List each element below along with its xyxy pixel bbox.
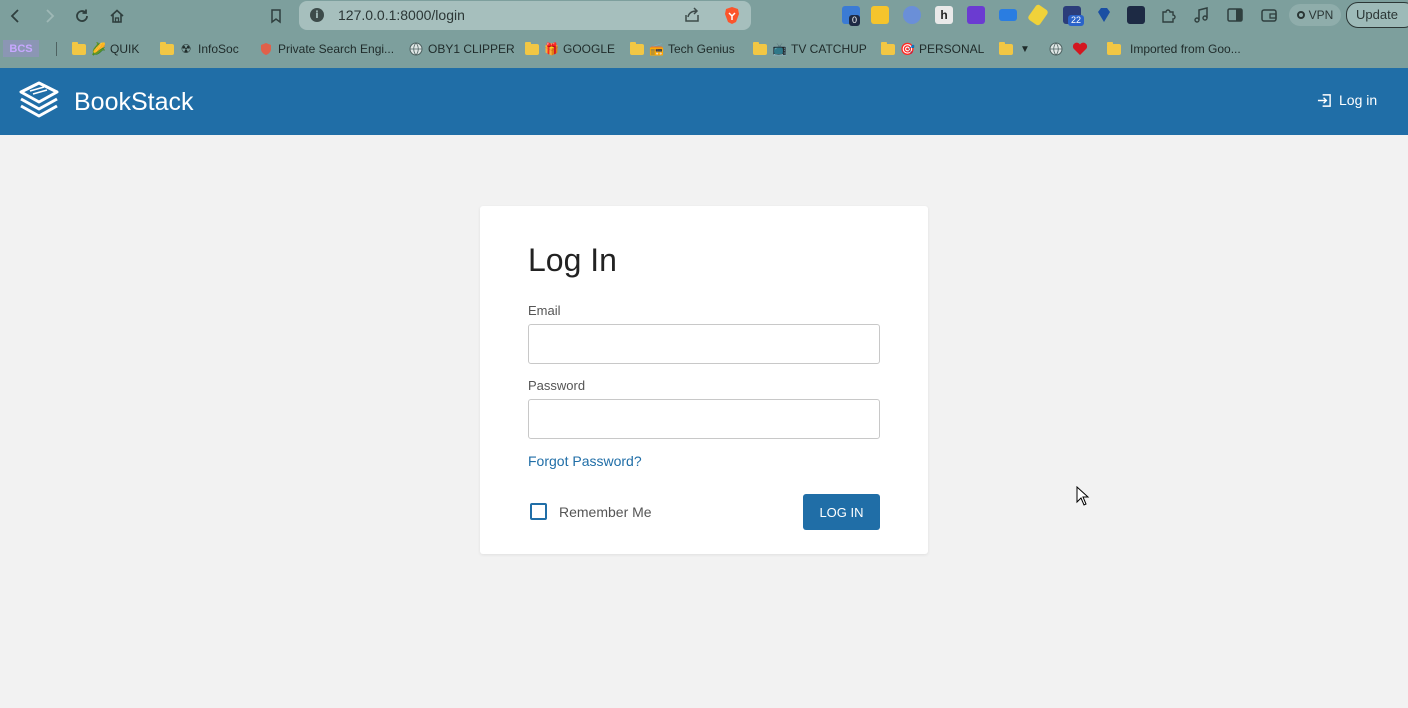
bookmarks-separator: [56, 42, 57, 56]
address-bar[interactable]: i 127.0.0.1:8000/login: [299, 1, 751, 30]
browser-update-button[interactable]: Update: [1346, 2, 1408, 28]
bookmark-quik[interactable]: 🌽 QUIK: [72, 40, 139, 58]
bookmark-bcs[interactable]: BCS: [3, 40, 39, 57]
folder-icon: [753, 41, 767, 55]
gift-icon: 🎁: [544, 42, 559, 56]
bookmark-label: QUIK: [110, 42, 140, 56]
bookmark-label: PERSONAL: [919, 42, 985, 56]
page-title: Log In: [528, 242, 617, 278]
forgot-password-link[interactable]: Forgot Password?: [528, 453, 642, 469]
extension-icon-5[interactable]: [967, 6, 985, 24]
mouse-cursor-icon: [1076, 486, 1090, 506]
target-icon: 🎯: [900, 42, 915, 56]
vpn-status-icon: [1296, 11, 1305, 19]
bookmark-label: Tech Genius: [668, 42, 735, 56]
folder-icon: [999, 41, 1013, 55]
corn-icon: 🌽: [91, 42, 106, 56]
vpn-button[interactable]: VPN: [1289, 4, 1341, 26]
bookmark-imported[interactable]: Imported from Goo...: [1107, 40, 1241, 58]
header-login-label: Log in: [1339, 92, 1378, 108]
bookmark-folder-arrow[interactable]: ▼: [999, 40, 1032, 58]
login-icon: [1317, 93, 1331, 107]
extension-badge: 22: [1068, 15, 1085, 26]
reload-icon: [76, 9, 88, 22]
bookmark-infosoc[interactable]: ☢ InfoSoc: [160, 40, 239, 58]
brand-name[interactable]: BookStack: [74, 88, 194, 117]
bookmark-label: TV CATCHUP: [791, 42, 867, 56]
bookmark-tv-catchup[interactable]: 📺 TV CATCHUP: [753, 40, 867, 58]
bookstack-logo-icon[interactable]: [17, 80, 61, 122]
forward-arrow-icon: [46, 9, 55, 23]
email-label: Email: [528, 303, 561, 318]
bookmark-icon: [271, 9, 281, 24]
folder-icon: [160, 41, 174, 55]
bookmark-label: BCS: [9, 42, 33, 55]
sidebar-toggle-icon[interactable]: [1226, 6, 1244, 24]
bookmark-label: Private Search Engi...: [278, 42, 395, 56]
extension-icon-8[interactable]: 22: [1063, 6, 1085, 26]
browser-chrome: i 127.0.0.1:8000/login 0 h 22 VPN Update…: [0, 0, 1408, 68]
shield-icon: [261, 43, 271, 55]
extensions-puzzle-icon[interactable]: [1159, 6, 1177, 24]
forward-button[interactable]: [37, 4, 61, 28]
login-card: Log In Email Password Forgot Password? R…: [480, 206, 928, 554]
back-button[interactable]: [4, 4, 28, 28]
extension-icon-6[interactable]: [999, 9, 1017, 21]
reload-button[interactable]: [70, 4, 94, 28]
home-button[interactable]: [105, 4, 129, 28]
radiation-icon: ☢: [180, 42, 192, 56]
password-field[interactable]: [528, 399, 880, 439]
password-label: Password: [528, 378, 586, 393]
extension-icon-10[interactable]: [1127, 6, 1145, 24]
bookmark-oby1-clipper[interactable]: OBY1 CLIPPER: [409, 40, 515, 58]
gem-extension-icon[interactable]: [1095, 6, 1113, 24]
triangle-down-icon: ▼: [1020, 43, 1030, 55]
globe-icon: [1049, 42, 1063, 56]
folder-icon: [630, 41, 644, 55]
vpn-label: VPN: [1308, 8, 1334, 22]
bookmark-label: Imported from Goo...: [1130, 42, 1241, 56]
globe-icon: [409, 42, 423, 56]
address-url: 127.0.0.1:8000/login: [338, 7, 465, 23]
bookmark-personal[interactable]: 🎯 PERSONAL: [881, 40, 984, 58]
site-info-icon[interactable]: i: [310, 8, 324, 22]
honey-extension-icon[interactable]: h: [935, 6, 953, 24]
media-control-icon[interactable]: [1192, 6, 1210, 24]
bookmark-label: InfoSoc: [198, 42, 239, 56]
tv-icon: 📺: [772, 42, 787, 56]
bookmark-google[interactable]: 🎁 GOOGLE: [525, 40, 615, 58]
heart-icon: [1072, 42, 1088, 55]
highlighter-extension-icon[interactable]: [1027, 3, 1049, 27]
wallet-icon[interactable]: [1260, 6, 1278, 24]
email-field[interactable]: [528, 324, 880, 364]
share-icon[interactable]: [683, 6, 701, 24]
home-icon: [110, 9, 124, 23]
folder-icon: [525, 41, 539, 55]
bookmark-label: GOOGLE: [563, 42, 616, 56]
extension-icon-3[interactable]: [903, 6, 921, 24]
bookmark-tech-genius[interactable]: 📻 Tech Genius: [630, 40, 735, 58]
brave-shields-icon[interactable]: [723, 6, 741, 25]
login-submit-button[interactable]: LOG IN: [803, 494, 880, 530]
remember-me-checkbox[interactable]: [530, 503, 547, 520]
update-label: Update: [1356, 7, 1398, 22]
folder-icon: [1107, 41, 1121, 55]
bookmark-private-search[interactable]: Private Search Engi...: [259, 40, 394, 58]
folder-icon: [881, 41, 895, 55]
bookmark-label: OBY1 CLIPPER: [428, 42, 515, 56]
browser-toolbar: i 127.0.0.1:8000/login 0 h 22 VPN Update: [0, 0, 1408, 32]
header-login-link[interactable]: Log in: [1317, 92, 1377, 108]
extension-icon-1[interactable]: 0: [842, 6, 861, 26]
bookmark-page-button[interactable]: [264, 4, 288, 28]
bookmark-globe-heart[interactable]: [1049, 40, 1088, 58]
extension-badge: 0: [849, 15, 861, 26]
radio-icon: 📻: [649, 42, 664, 56]
extension-icon-2[interactable]: [871, 6, 889, 24]
folder-icon: [72, 41, 86, 55]
bookmarks-bar: BCS 🌽 QUIK ☢ InfoSoc Private Search Engi…: [0, 36, 1408, 62]
remember-me-label[interactable]: Remember Me: [559, 504, 652, 520]
back-arrow-icon: [10, 9, 19, 23]
app-header: BookStack Log in: [0, 68, 1408, 135]
